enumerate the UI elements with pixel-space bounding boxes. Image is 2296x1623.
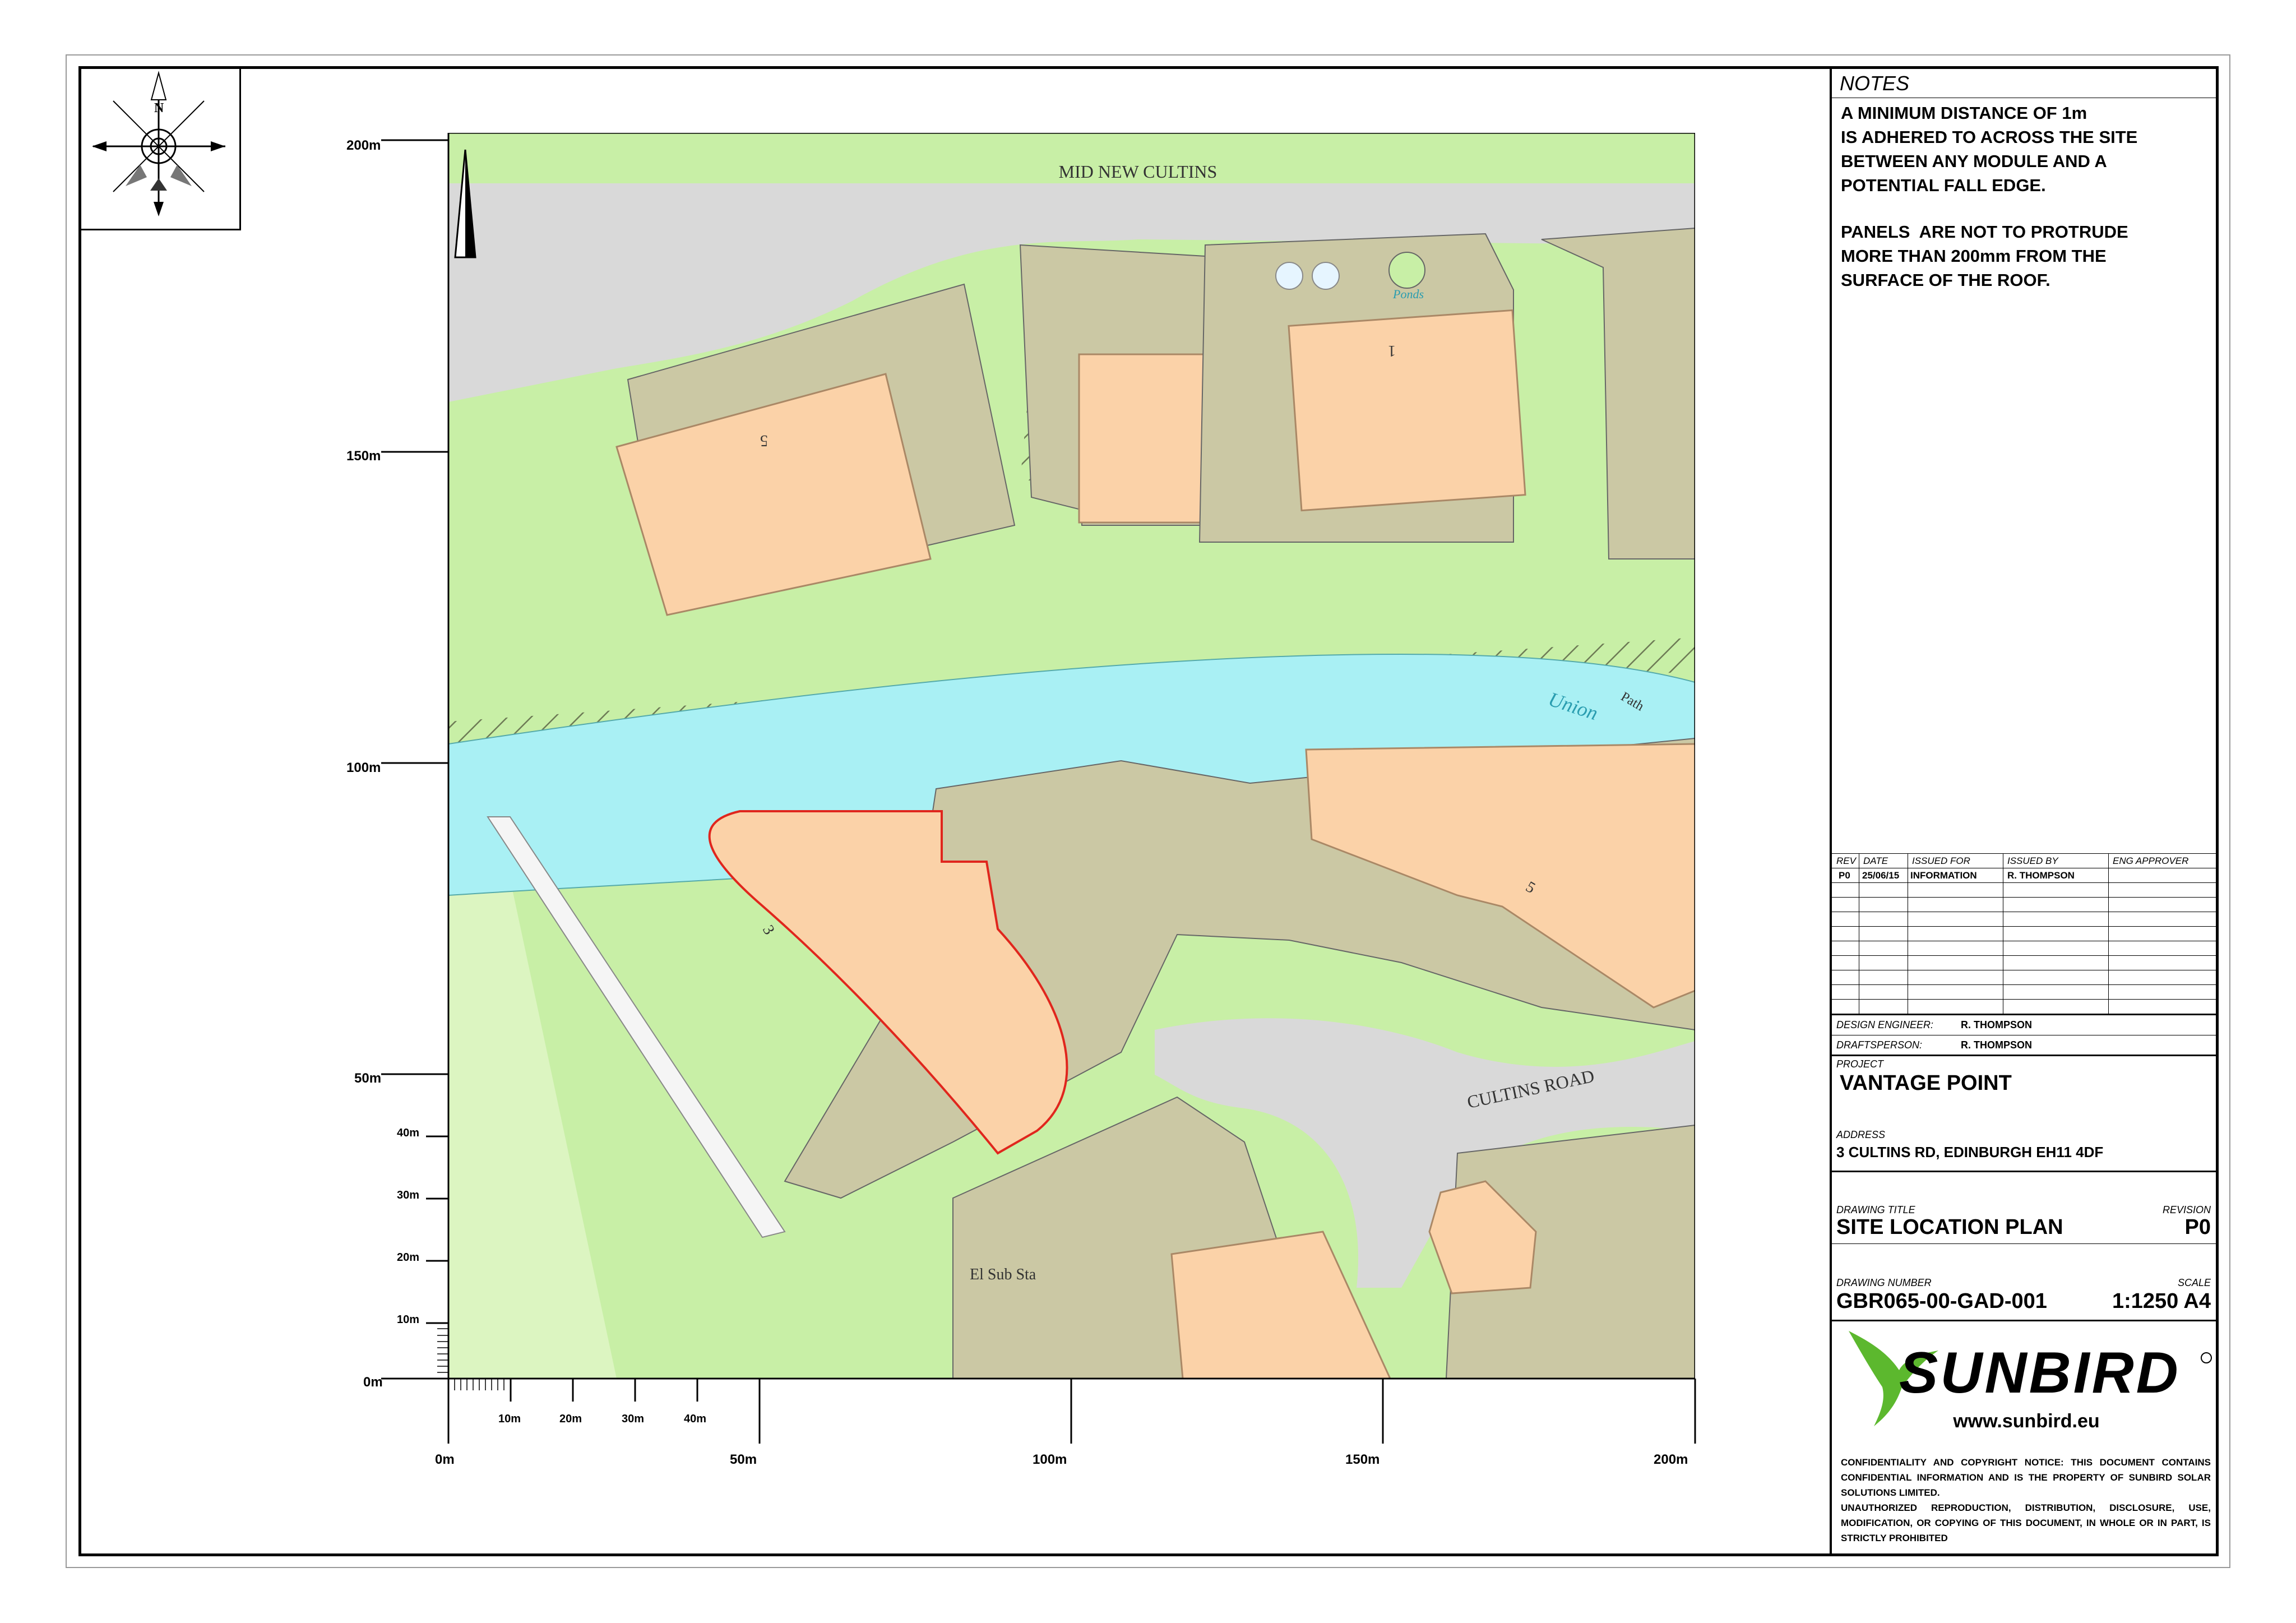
scale-label: SCALE (2177, 1277, 2211, 1288)
scale-left-40m: 40m (397, 1127, 420, 1139)
revision-value: P0 (2184, 1215, 2211, 1239)
scale-bottom-200m: 200m (1654, 1452, 1688, 1467)
scale-bottom-100m: 100m (1033, 1452, 1067, 1467)
draftsperson-label: DRAFTSPERSON: (1836, 1039, 1923, 1051)
project-label: PROJECT (1836, 1058, 1884, 1070)
scale-left-10m: 10m (397, 1314, 420, 1326)
rev-header-date: DATE (1863, 856, 1888, 866)
drawing-number: GBR065-00-GAD-001 (1836, 1289, 2047, 1313)
scale-left-0m: 0m (363, 1375, 383, 1390)
address-label: ADDRESS (1836, 1129, 1886, 1140)
scale-left-20m: 20m (397, 1251, 420, 1264)
draftsperson-name: R. THOMPSON (1961, 1039, 2033, 1051)
scale-bars (381, 133, 1696, 1444)
rev-header-eng-approver: ENG APPROVER (2113, 856, 2189, 866)
scale-left-200m: 200m (346, 138, 381, 153)
scale-bottom-10m: 10m (498, 1413, 521, 1425)
notes-paragraph-1: A MINIMUM DISTANCE OF 1m IS ADHERED TO A… (1841, 103, 2138, 195)
scale-bottom-20m: 20m (559, 1413, 582, 1425)
drawing-scale: 1:1250 A4 (2112, 1289, 2211, 1313)
rev-header-rev: REV (1836, 856, 1856, 866)
rev-row-date: 25/06/15 (1862, 870, 1900, 881)
brand-url: www.sunbird.eu (1953, 1411, 2100, 1432)
drawing-title: SITE LOCATION PLAN (1836, 1215, 2063, 1239)
title-block: NOTES A MINIMUM DISTANCE OF 1m IS ADHERE… (1830, 66, 2219, 1556)
address-value: 3 CULTINS RD, EDINBURGH EH11 4DF (1836, 1144, 2104, 1160)
drawing-number-label: DRAWING NUMBER (1836, 1277, 1932, 1288)
confidentiality-notice: CONFIDENTIALITY AND COPYRIGHT NOTICE: TH… (1841, 1457, 2211, 1498)
scale-bottom-30m: 30m (622, 1413, 645, 1425)
scale-left-50m: 50m (354, 1071, 382, 1086)
design-engineer-label: DESIGN ENGINEER: (1836, 1019, 1934, 1030)
notes-heading: NOTES (1840, 72, 1910, 95)
compass-n-label: N (154, 101, 164, 115)
brand-name: SUNBIRD (1899, 1340, 2181, 1405)
rev-row-issued-by: R. THOMPSON (2007, 870, 2075, 881)
notes-paragraph-2: PANELS ARE NOT TO PROTRUDE MORE THAN 200… (1841, 222, 2128, 290)
rev-header-issued-for: ISSUED FOR (1912, 856, 1970, 866)
scale-left-150m: 150m (346, 448, 381, 464)
revision-label: REVISION (2162, 1204, 2211, 1215)
scale-left-30m: 30m (397, 1189, 420, 1201)
scale-bottom-0m: 0m (435, 1452, 455, 1467)
rev-header-issued-by: ISSUED BY (2007, 856, 2058, 866)
scale-bottom-150m: 150m (1345, 1452, 1380, 1467)
drawing-title-label: DRAWING TITLE (1836, 1204, 1915, 1215)
rev-row-issued-for: INFORMATION (1910, 870, 1977, 881)
project-name: VANTAGE POINT (1840, 1071, 2012, 1095)
scale-left-100m: 100m (346, 760, 381, 775)
scale-bottom-50m: 50m (730, 1452, 757, 1467)
compass-box: N (78, 66, 241, 230)
rev-row-rev: P0 (1839, 870, 1850, 881)
scale-bottom-40m: 40m (684, 1413, 707, 1425)
confidentiality-restriction: UNAUTHORIZED REPRODUCTION, DISTRIBUTION,… (1841, 1502, 2211, 1543)
design-engineer-name: R. THOMPSON (1961, 1019, 2033, 1030)
compass-rose-icon: N (92, 71, 225, 216)
